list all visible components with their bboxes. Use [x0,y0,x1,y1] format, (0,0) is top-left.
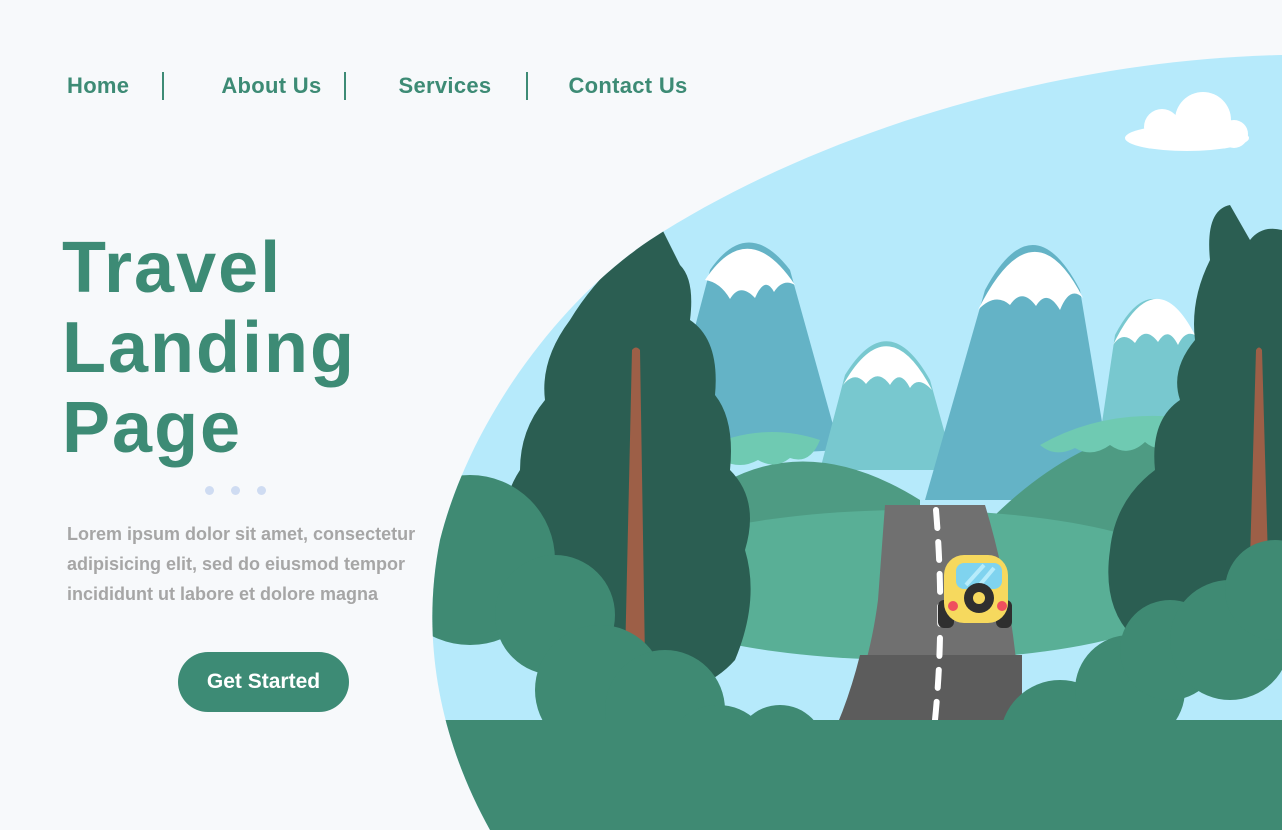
description-line: adipisicing elit, sed do eiusmod tempor [67,554,406,574]
nav-link-services[interactable]: Services [399,73,492,99]
nav-separator [526,72,529,100]
description-line: Lorem ipsum dolor sit amet, consectetur [67,524,416,544]
hero-description: Lorem ipsum dolor sit amet, consectetur … [67,519,447,609]
hero-title-line: Landing [62,308,356,388]
dot [257,486,266,495]
get-started-button[interactable]: Get Started [178,652,349,712]
dot [205,486,214,495]
nav-link-about-us[interactable]: About Us [221,73,321,99]
landing-page: Home About Us Services Contact Us Travel… [0,0,1282,830]
nav-link-home[interactable]: Home [67,73,129,99]
hero-title-line: Page [62,388,243,468]
car-icon [938,555,1012,628]
dot [231,486,240,495]
top-nav: Home About Us Services Contact Us [67,68,688,104]
nav-separator [162,72,165,100]
hero-title-line: Travel [62,228,283,308]
hero-title: Travel Landing Page [62,228,356,468]
decorative-dots [205,486,266,495]
description-line: incididunt ut labore et dolore magna [67,584,379,604]
nav-separator [343,72,346,100]
nav-link-contact-us[interactable]: Contact Us [568,73,687,99]
